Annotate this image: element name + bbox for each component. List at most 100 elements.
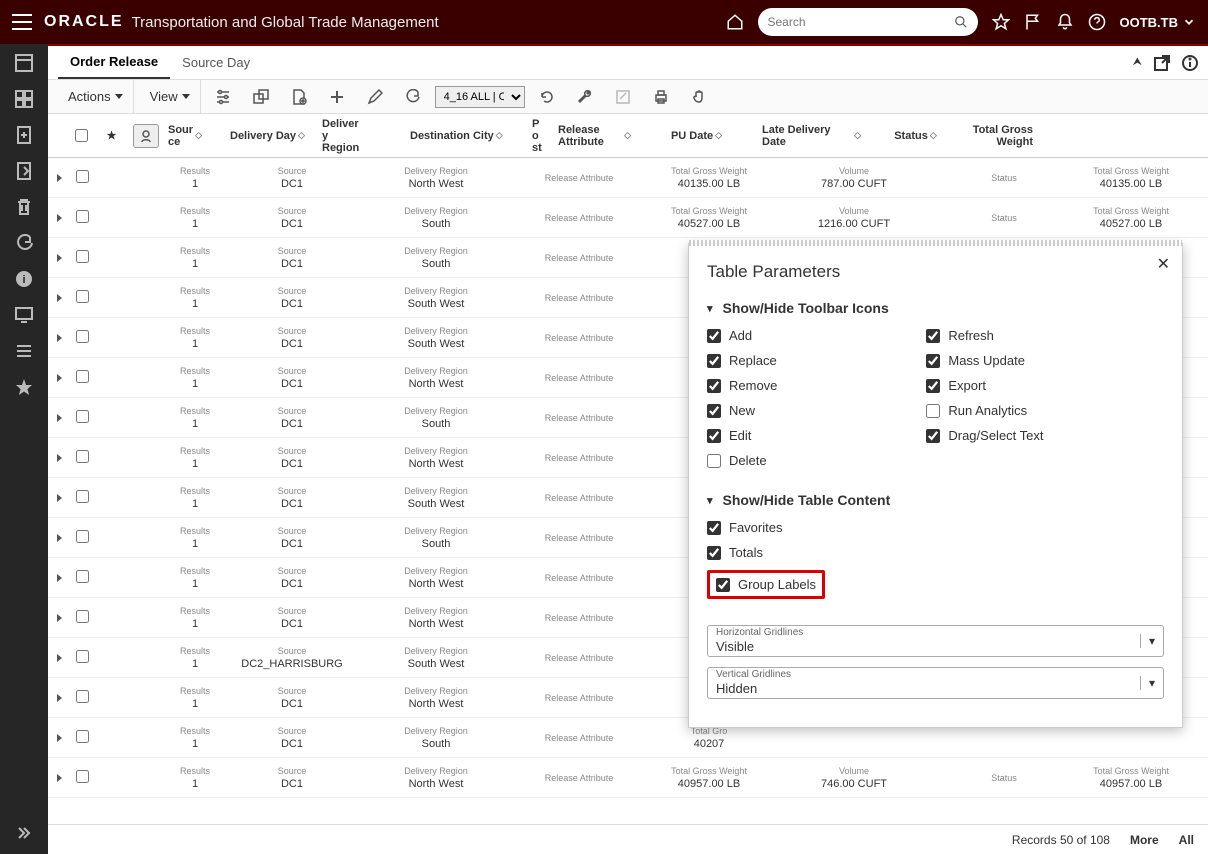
col-delivery-day[interactable]: Delivery Day◇ — [226, 114, 318, 157]
checkbox-add[interactable]: Add — [707, 328, 926, 343]
row-checkbox[interactable] — [76, 250, 89, 263]
row-checkbox[interactable] — [76, 490, 89, 503]
checkbox-input[interactable] — [926, 379, 940, 393]
col-post[interactable]: P o st — [528, 114, 554, 157]
expand-row-icon[interactable] — [50, 251, 68, 265]
row-checkbox[interactable] — [76, 610, 89, 623]
rail-trash-icon[interactable] — [15, 198, 33, 216]
settings-icon[interactable] — [207, 89, 239, 105]
row-checkbox[interactable] — [76, 570, 89, 583]
col-late-delivery[interactable]: Late Delivery Date◇ — [758, 114, 866, 157]
more-button[interactable]: More — [1130, 833, 1159, 847]
home-icon[interactable] — [726, 13, 744, 31]
col-delivery-region[interactable]: Deliver y Region — [318, 114, 406, 157]
checkbox-input[interactable] — [716, 578, 730, 592]
checkbox-totals[interactable]: Totals — [707, 545, 1164, 560]
rail-expand-icon[interactable] — [15, 824, 33, 842]
checkbox-input[interactable] — [707, 404, 721, 418]
search-input[interactable] — [768, 15, 954, 29]
row-checkbox[interactable] — [76, 730, 89, 743]
flag-icon[interactable] — [1024, 13, 1042, 31]
row-checkbox[interactable] — [76, 690, 89, 703]
checkbox-remove[interactable]: Remove — [707, 378, 926, 393]
rail-grid-icon[interactable] — [15, 90, 33, 108]
rail-monitor-icon[interactable] — [15, 306, 33, 324]
col-status[interactable]: Status ◇ — [866, 114, 966, 157]
checkbox-favorites[interactable]: Favorites — [707, 520, 1164, 535]
reload-icon[interactable] — [531, 89, 563, 105]
checkbox-input[interactable] — [707, 429, 721, 443]
note-icon[interactable] — [607, 89, 639, 105]
expand-row-icon[interactable] — [50, 171, 68, 185]
rail-refresh-icon[interactable] — [15, 234, 33, 252]
expand-row-icon[interactable] — [50, 491, 68, 505]
col-source[interactable]: Sour ce◇ — [164, 114, 226, 157]
expand-row-icon[interactable] — [50, 571, 68, 585]
table-row[interactable]: Results1 SourceDC1 Delivery RegionNorth … — [48, 758, 1208, 798]
rail-list-icon[interactable] — [15, 342, 33, 360]
expand-row-icon[interactable] — [50, 691, 68, 705]
help-icon[interactable] — [1088, 13, 1106, 31]
checkbox-export[interactable]: Export — [926, 378, 1145, 393]
info-icon[interactable] — [1182, 55, 1198, 71]
bell-icon[interactable] — [1056, 13, 1074, 31]
close-icon[interactable]: ✕ — [1157, 254, 1170, 274]
rail-export-icon[interactable] — [15, 162, 33, 180]
expand-row-icon[interactable] — [50, 771, 68, 785]
row-checkbox[interactable] — [76, 410, 89, 423]
section-toolbar-icons[interactable]: ▾ Show/Hide Toolbar Icons — [707, 300, 1164, 316]
expand-row-icon[interactable] — [50, 651, 68, 665]
expand-row-icon[interactable] — [50, 531, 68, 545]
filter-select[interactable]: 4_16 ALL | O — [435, 86, 525, 108]
checkbox-input[interactable] — [707, 354, 721, 368]
table-row[interactable]: Results1 SourceDC1 Delivery RegionNorth … — [48, 158, 1208, 198]
expand-row-icon[interactable] — [50, 331, 68, 345]
checkbox-edit[interactable]: Edit — [707, 428, 926, 443]
all-button[interactable]: All — [1179, 833, 1194, 847]
collapse-double-icon[interactable]: ⮝ — [1133, 56, 1142, 69]
table-row[interactable]: Results1 SourceDC1 Delivery RegionSouth … — [48, 198, 1208, 238]
row-checkbox[interactable] — [76, 650, 89, 663]
search-icon[interactable] — [954, 15, 968, 29]
user-menu[interactable]: OOTB.TB — [1120, 15, 1197, 30]
row-checkbox[interactable] — [76, 450, 89, 463]
add-icon[interactable] — [321, 89, 353, 105]
rail-panel-icon[interactable] — [15, 54, 33, 72]
global-search[interactable] — [758, 8, 978, 36]
checkbox-input[interactable] — [707, 521, 721, 535]
checkbox-input[interactable] — [926, 429, 940, 443]
expand-row-icon[interactable] — [50, 411, 68, 425]
print-icon[interactable] — [645, 89, 677, 105]
menu-toggle-icon[interactable] — [12, 14, 32, 30]
checkbox-delete[interactable]: Delete — [707, 453, 926, 468]
checkbox-group-labels[interactable]: Group Labels — [707, 570, 825, 599]
new-doc-icon[interactable] — [283, 89, 315, 105]
row-checkbox[interactable] — [76, 290, 89, 303]
favorite-header-icon[interactable]: ★ — [107, 129, 117, 142]
col-pu-date[interactable]: PU Date ◇ — [636, 114, 758, 157]
checkbox-refresh[interactable]: Refresh — [926, 328, 1145, 343]
refresh-icon[interactable] — [397, 89, 429, 105]
popup-drag-handle[interactable] — [689, 240, 1182, 246]
expand-row-icon[interactable] — [50, 611, 68, 625]
wrench-icon[interactable] — [569, 89, 601, 105]
actions-menu[interactable]: Actions — [58, 80, 134, 113]
tab-order-release[interactable]: Order Release — [58, 46, 170, 79]
rail-star-icon[interactable] — [15, 378, 33, 396]
checkbox-input[interactable] — [926, 354, 940, 368]
detach-icon[interactable] — [245, 89, 277, 105]
checkbox-new[interactable]: New — [707, 403, 926, 418]
hand-icon[interactable] — [683, 89, 715, 105]
row-checkbox[interactable] — [76, 170, 89, 183]
col-destination-city[interactable]: Destination City◇ — [406, 114, 528, 157]
row-checkbox[interactable] — [76, 530, 89, 543]
expand-row-icon[interactable] — [50, 291, 68, 305]
section-table-content[interactable]: ▾ Show/Hide Table Content — [707, 492, 1164, 508]
view-menu[interactable]: View — [140, 80, 201, 113]
rail-doc-add-icon[interactable] — [15, 126, 33, 144]
select-all-checkbox[interactable] — [75, 129, 88, 142]
checkbox-input[interactable] — [707, 546, 721, 560]
row-checkbox[interactable] — [76, 770, 89, 783]
col-total-gross-weight[interactable]: Total Gross Weight — [966, 114, 1038, 157]
expand-row-icon[interactable] — [50, 211, 68, 225]
